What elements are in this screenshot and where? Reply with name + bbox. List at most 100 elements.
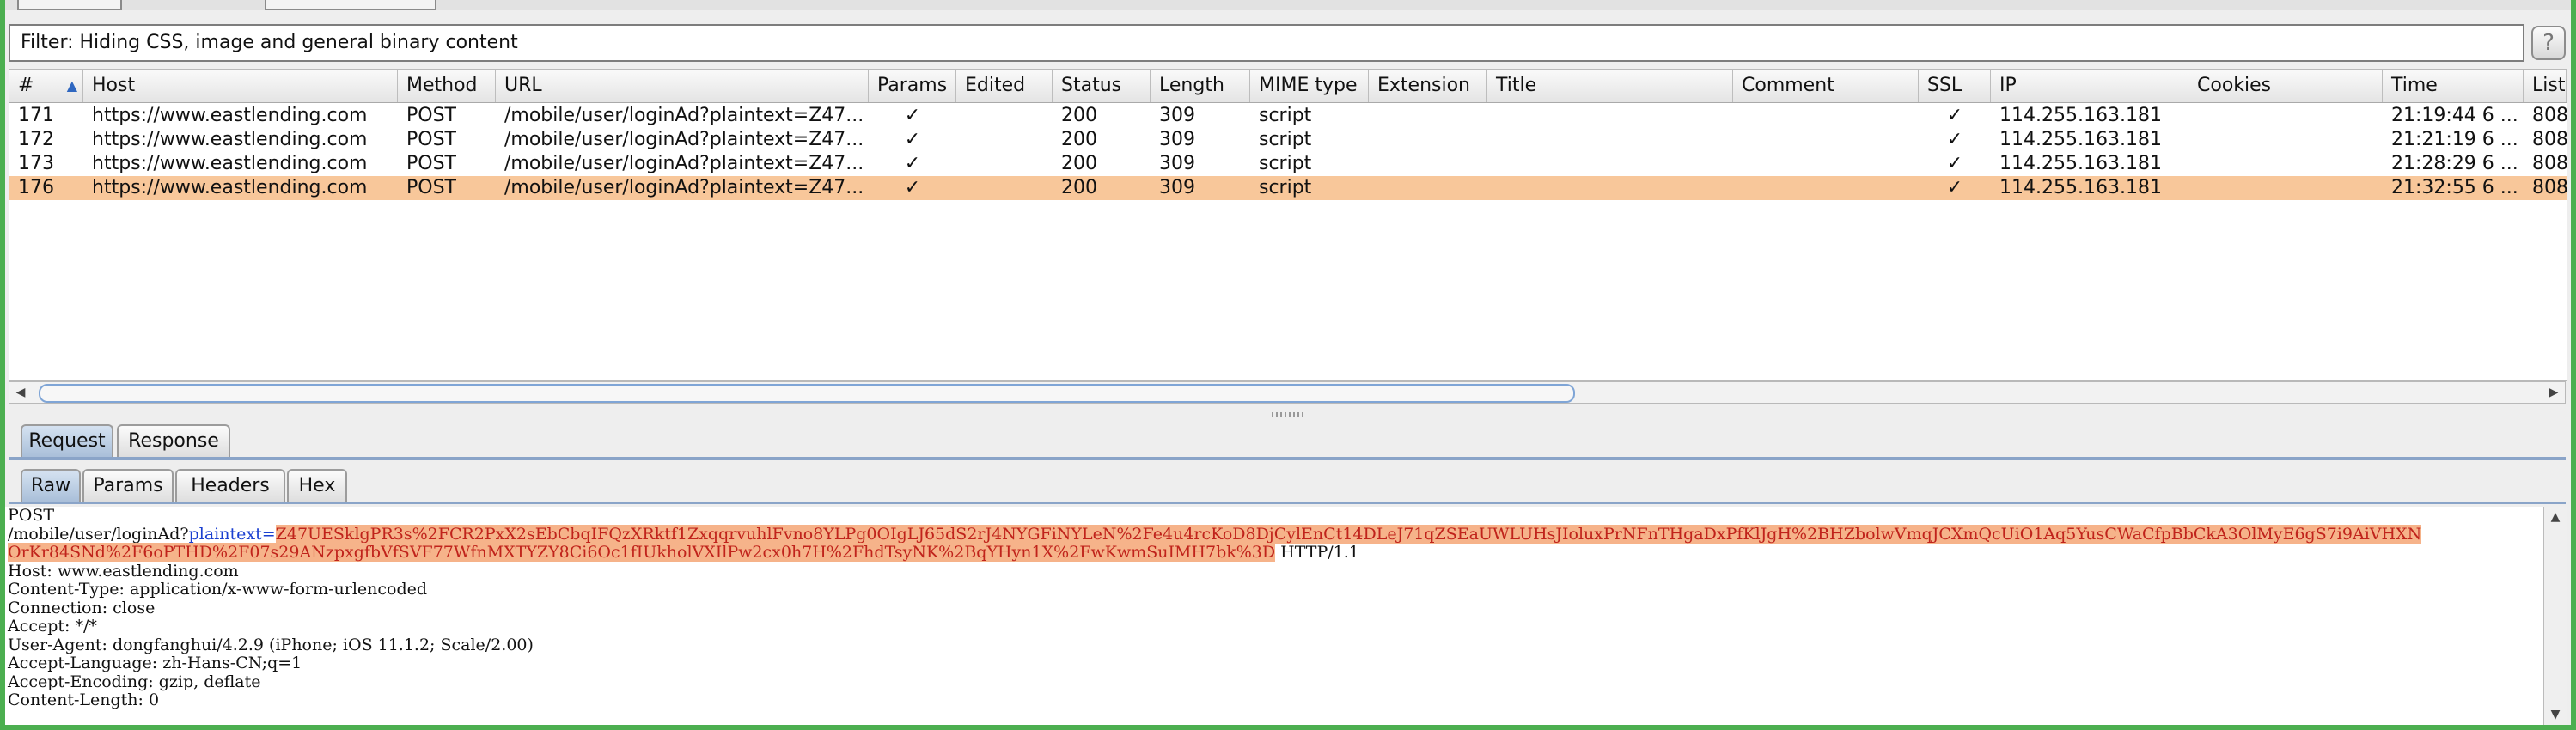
table-cell: https://www.eastlending.com (92, 129, 368, 150)
column-header[interactable]: Length (1151, 70, 1250, 102)
table-cell (1487, 128, 1733, 152)
request-header-line: Content-Type: application/x-www-form-url… (8, 580, 428, 599)
table-cell (2188, 104, 2383, 128)
table-cell: 808 (2532, 177, 2567, 198)
column-header[interactable]: IP (1991, 70, 2188, 102)
table-cell (1487, 152, 1733, 176)
request-path: /mobile/user/loginAd? (8, 524, 189, 544)
column-header-label: # (18, 75, 34, 96)
column-header[interactable]: URL (496, 70, 869, 102)
column-header-label: Method (406, 75, 478, 96)
table-cell: 176 (18, 177, 54, 198)
table-cell: 200 (1061, 105, 1097, 126)
request-protocol: HTTP/1.1 (1275, 543, 1359, 562)
raw-request-editor[interactable]: POST /mobile/user/loginAd?plaintext=Z47U… (5, 507, 2543, 725)
horizontal-scrollbar[interactable]: ◀ ▶ (9, 381, 2566, 404)
table-cell: ✓ (1946, 153, 1963, 174)
column-header[interactable]: Time (2383, 70, 2524, 102)
table-row[interactable]: 173 https://www.eastlending.com POST/mobil… (9, 152, 2567, 176)
table-cell: /mobile/user/loginAd?plaintext=Z47... (504, 105, 864, 126)
table-cell: 114.255.163.181 (1999, 153, 2162, 174)
tab-hex[interactable]: Hex (287, 469, 347, 502)
column-header-label: Extension (1377, 75, 1471, 96)
table-cell: script (1259, 129, 1312, 150)
column-header[interactable]: Edited (956, 70, 1053, 102)
table-row[interactable]: 172 https://www.eastlending.com POST/mobil… (9, 128, 2567, 152)
column-header-label: SSL (1927, 75, 1963, 96)
table-cell: 21:32:55 6 ... (2391, 177, 2518, 198)
request-header-line: Host: www.eastlending.com (8, 561, 239, 581)
table-cell: 21:19:44 6 ... (2391, 105, 2518, 126)
arrow-up-icon[interactable]: ▲ (2544, 507, 2567, 527)
table-cell: script (1259, 105, 1312, 126)
arrow-down-icon[interactable]: ▼ (2544, 704, 2567, 725)
column-header[interactable]: Comment (1733, 70, 1919, 102)
table-cell: https://www.eastlending.com (92, 105, 368, 126)
column-header[interactable]: Params (869, 70, 956, 102)
table-cell: POST (406, 105, 456, 126)
column-header-label: Host (92, 75, 136, 96)
sort-ascending-icon: ▲ (66, 77, 77, 94)
tab-response[interactable]: Response (117, 424, 230, 457)
top-tab-1[interactable] (17, 0, 122, 10)
column-header[interactable]: Cookies (2188, 70, 2383, 102)
table-cell: POST (406, 177, 456, 198)
pane-splitter[interactable] (1272, 412, 1303, 417)
request-headers: Host: www.eastlending.com Content-Type: a… (5, 561, 2543, 710)
table-cell: 21:21:19 6 ... (2391, 129, 2518, 150)
column-header-label: Params (877, 75, 948, 96)
column-header[interactable]: Title (1487, 70, 1733, 102)
column-header[interactable]: MIME type (1250, 70, 1369, 102)
vertical-scrollbar[interactable]: ▲ ▼ (2543, 507, 2567, 725)
table-cell: ✓ (1946, 177, 1963, 198)
scrollbar-thumb[interactable] (39, 384, 1575, 403)
tab-params[interactable]: Params (82, 469, 174, 502)
table-cell: https://www.eastlending.com (92, 177, 368, 198)
table-cell (2188, 152, 2383, 176)
table-cell: 309 (1159, 153, 1195, 174)
arrow-left-icon[interactable]: ◀ (9, 382, 32, 403)
param-value-part2: OrKr84SNd%2F6oPTHD%2F07s29ANzpxgfbVfSVF7… (8, 543, 1276, 562)
table-cell (1733, 176, 1919, 200)
column-header[interactable]: Extension (1369, 70, 1487, 102)
table-cell: /mobile/user/loginAd?plaintext=Z47... (504, 177, 864, 198)
top-tab-2[interactable] (265, 0, 436, 10)
tab-request[interactable]: Request (21, 424, 113, 457)
table-cell: ✓ (904, 153, 921, 174)
table-cell: 808 (2532, 129, 2567, 150)
column-header-label: Comment (1742, 75, 1834, 96)
column-header[interactable]: List (2524, 70, 2567, 102)
table-cell (1369, 152, 1487, 176)
column-header-label: Status (1061, 75, 1122, 96)
table-cell (2188, 176, 2383, 200)
table-row[interactable]: 171 https://www.eastlending.com POST/mobil… (9, 104, 2567, 128)
table-cell: ✓ (1946, 105, 1963, 126)
column-header-label: MIME type (1259, 75, 1358, 96)
table-cell (1733, 152, 1919, 176)
table-cell: 171 (18, 105, 54, 126)
tab-raw[interactable]: Raw (21, 469, 81, 502)
table-cell: 808 (2532, 105, 2567, 126)
filter-bar[interactable]: Filter: Hiding CSS, image and general bi… (9, 24, 2524, 62)
column-header[interactable]: # ▲ (9, 70, 83, 102)
table-cell: 200 (1061, 153, 1097, 174)
request-header-line: Accept-Language: zh-Hans-CN;q=1 (8, 654, 302, 672)
column-header[interactable]: Method (398, 70, 496, 102)
arrow-right-icon[interactable]: ▶ (2542, 382, 2565, 403)
table-cell: ✓ (1946, 129, 1963, 150)
request-header-line: Accept: */* (8, 617, 97, 636)
table-cell (1369, 176, 1487, 200)
column-header-label: IP (1999, 75, 2017, 96)
column-header-label: Title (1496, 75, 1537, 96)
table-row[interactable]: 176 https://www.eastlending.com POST/mobil… (9, 176, 2567, 200)
column-header[interactable]: Host (83, 70, 398, 102)
column-header[interactable]: Status (1053, 70, 1151, 102)
help-button[interactable]: ? (2531, 26, 2566, 60)
table-cell (956, 128, 1053, 152)
top-tab-strip (5, 0, 2571, 10)
tab-headers[interactable]: Headers (175, 469, 285, 502)
table-cell: script (1259, 153, 1312, 174)
column-header[interactable]: SSL (1919, 70, 1991, 102)
request-method: POST (8, 507, 55, 525)
table-cell (1487, 176, 1733, 200)
